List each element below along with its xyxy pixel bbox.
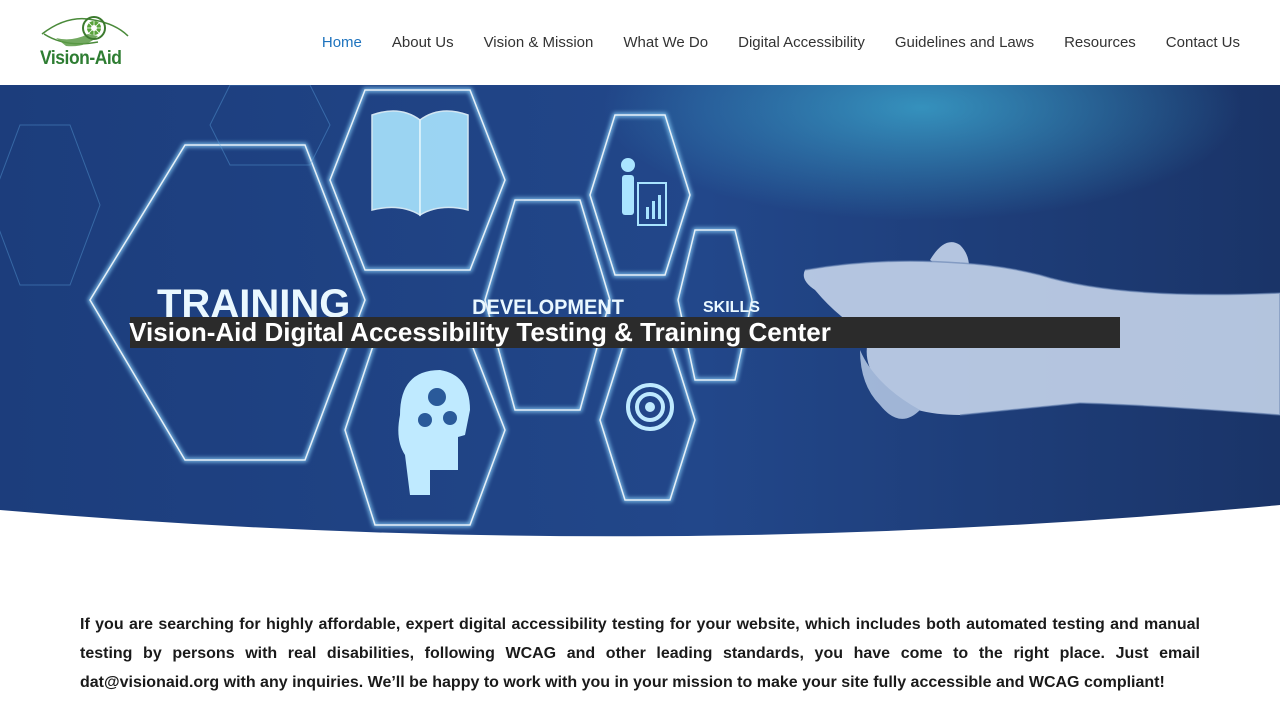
eye-icon (41, 16, 129, 47)
hero-section: TRAINING DEVELOPMENT SKILLS Vision-Aid D… (0, 85, 1280, 540)
skills-label: SKILLS (703, 299, 760, 316)
development-label: DEVELOPMENT (472, 296, 624, 320)
nav-what-we-do[interactable]: What We Do (623, 34, 708, 51)
nav-guidelines-laws[interactable]: Guidelines and Laws (895, 34, 1034, 51)
main-nav: Home About Us Vision & Mission What We D… (292, 0, 1240, 85)
nav-home[interactable]: Home (322, 34, 362, 51)
nav-about-us[interactable]: About Us (392, 34, 454, 51)
hero-image: TRAINING DEVELOPMENT SKILLS (0, 85, 1280, 540)
hero-title: Vision-Aid Digital Accessibility Testing… (129, 317, 831, 347)
nav-digital-accessibility[interactable]: Digital Accessibility (738, 34, 865, 51)
site-logo[interactable]: Vision-Aid (38, 12, 132, 72)
hero-title-banner: Vision-Aid Digital Accessibility Testing… (129, 317, 1120, 348)
intro-paragraph: If you are searching for highly affordab… (80, 616, 1200, 691)
site-header: Vision-Aid Home About Us Vision & Missio… (0, 0, 1280, 85)
logo-text: Vision-Aid (40, 48, 122, 69)
nav-resources[interactable]: Resources (1064, 34, 1136, 51)
nav-contact-us[interactable]: Contact Us (1166, 34, 1240, 51)
nav-vision-mission[interactable]: Vision & Mission (484, 34, 594, 51)
